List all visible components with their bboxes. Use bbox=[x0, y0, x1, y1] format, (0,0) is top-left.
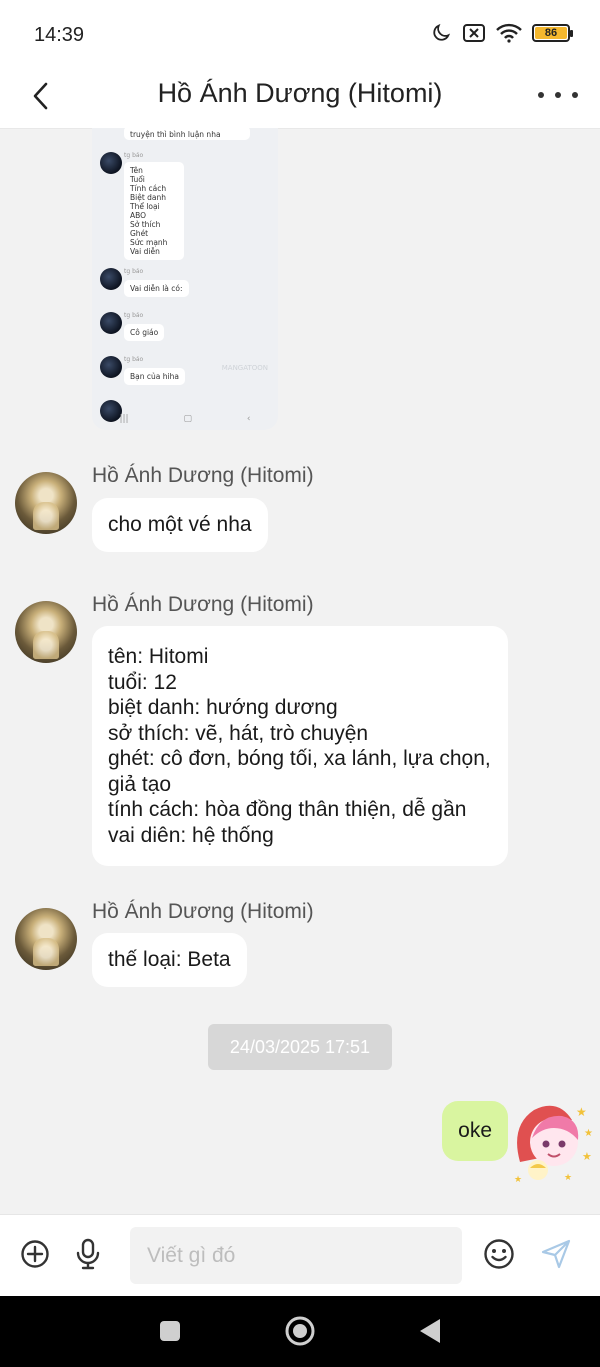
send-icon bbox=[541, 1239, 571, 1269]
shot-avatar bbox=[100, 152, 122, 174]
avatar[interactable] bbox=[15, 908, 77, 970]
status-time: 14:39 bbox=[34, 24, 85, 46]
message-text: tính cách: hòa đồng thân thiện, dễ gần bbox=[108, 798, 467, 821]
message-text: thế loại: Beta bbox=[108, 948, 231, 971]
shot-watermark: MANGATOON bbox=[221, 364, 268, 372]
shot-bubble: Cô giáo bbox=[124, 324, 165, 341]
home-icon bbox=[285, 1316, 315, 1346]
back-nav-button[interactable] bbox=[412, 1313, 448, 1349]
shot-line: Tính cách bbox=[130, 184, 167, 193]
shot-bubble: Bạn của hiha bbox=[124, 368, 185, 385]
svg-text:★: ★ bbox=[582, 1150, 592, 1163]
emoji-icon bbox=[484, 1239, 514, 1269]
message-text: ghét: cô đơn, bóng tối, xa lánh, lựa chọ… bbox=[108, 747, 491, 770]
back-nav-icon bbox=[420, 1319, 440, 1343]
recents-button[interactable] bbox=[152, 1313, 188, 1349]
my-message-bubble[interactable]: oke bbox=[442, 1101, 508, 1161]
shot-name: tg báo bbox=[124, 152, 144, 159]
status-bar: 14:39 86 bbox=[0, 0, 600, 64]
voice-button[interactable] bbox=[70, 1236, 106, 1272]
status-icons: 86 bbox=[430, 22, 573, 44]
shot-name: tg báo bbox=[124, 312, 144, 319]
system-nav-bar bbox=[0, 1296, 600, 1367]
microphone-icon bbox=[76, 1238, 100, 1270]
emoji-button[interactable] bbox=[481, 1236, 517, 1272]
avatar[interactable] bbox=[15, 601, 77, 663]
chat-header: Hồ Ánh Dương (Hitomi) bbox=[0, 64, 600, 128]
add-button[interactable] bbox=[17, 1236, 53, 1272]
wifi-icon bbox=[496, 23, 522, 43]
message-text: sở thích: vẽ, hát, trò chuyện bbox=[108, 721, 369, 745]
shot-name: tg báo bbox=[124, 268, 144, 275]
battery-level: 86 bbox=[535, 27, 567, 39]
message-text: tên: Hitomi bbox=[108, 645, 209, 668]
shot-name: tg báo bbox=[124, 356, 144, 363]
svg-text:★: ★ bbox=[564, 1173, 572, 1183]
shot-line: Tên bbox=[130, 166, 143, 175]
message-bubble[interactable]: cho một vé nha bbox=[92, 498, 268, 552]
message-bubble[interactable]: tên: Hitomi tuổi: 12 biệt danh: hướng dư… bbox=[92, 626, 508, 866]
shared-screenshot-image[interactable]: truyện thì bình luận nha tg báo Tên Tuổi… bbox=[92, 128, 278, 430]
shot-line: Biệt danh bbox=[130, 193, 167, 202]
message-bubble[interactable]: thế loại: Beta bbox=[92, 933, 247, 987]
shot-bubble: Vai diễn là có: bbox=[124, 280, 189, 297]
message-text: biệt danh: hướng dương bbox=[108, 696, 338, 719]
shot-line: Ghét bbox=[130, 229, 149, 238]
message-text: tuổi: 12 bbox=[108, 670, 177, 694]
battery-icon: 86 bbox=[532, 24, 573, 42]
sim-off-icon bbox=[463, 24, 485, 42]
message-text: cho một vé nha bbox=[108, 513, 252, 536]
chat-title: Hồ Ánh Dương (Hitomi) bbox=[157, 78, 443, 108]
message-input[interactable] bbox=[130, 1227, 462, 1284]
send-button[interactable] bbox=[538, 1236, 574, 1272]
svg-text:★: ★ bbox=[584, 1128, 593, 1139]
moon-icon bbox=[433, 23, 451, 41]
timestamp-chip: 24/03/2025 17:51 bbox=[208, 1024, 392, 1070]
recents-icon bbox=[160, 1321, 180, 1341]
my-avatar[interactable]: ★ ★ ★ ★ ★ bbox=[510, 1098, 598, 1188]
shot-line: Thể loại ABO bbox=[130, 202, 160, 220]
message-list[interactable]: truyện thì bình luận nha tg báo Tên Tuổi… bbox=[0, 128, 600, 1214]
shot-avatar bbox=[100, 268, 122, 290]
sender-name: Hồ Ánh Dương (Hitomi) bbox=[92, 593, 314, 616]
home-button[interactable] bbox=[282, 1313, 318, 1349]
shot-avatar bbox=[100, 312, 122, 334]
shot-line: Sức mạnh bbox=[130, 238, 168, 247]
shot-line: Tuổi bbox=[130, 175, 145, 184]
shot-top-text: truyện thì bình luận nha bbox=[124, 128, 250, 140]
sender-name: Hồ Ánh Dương (Hitomi) bbox=[92, 900, 314, 923]
avatar[interactable] bbox=[15, 472, 77, 534]
shot-line: Sở thích bbox=[130, 220, 161, 229]
shot-navbar: ||| ▢ ‹ bbox=[119, 414, 251, 424]
message-text: giả tạo bbox=[108, 772, 172, 796]
message-text: vai diên: hệ thống bbox=[108, 823, 274, 847]
svg-text:★: ★ bbox=[576, 1105, 587, 1119]
svg-text:★: ★ bbox=[514, 1175, 522, 1185]
sender-name: Hồ Ánh Dương (Hitomi) bbox=[92, 464, 314, 487]
shot-line: Vai diễn bbox=[130, 247, 160, 256]
shot-list-bubble: Tên Tuổi Tính cách Biệt danh Thể loại AB… bbox=[124, 162, 184, 260]
more-icon[interactable] bbox=[538, 80, 578, 110]
add-circle-icon bbox=[21, 1240, 49, 1268]
message-composer bbox=[0, 1214, 600, 1296]
shot-avatar bbox=[100, 356, 122, 378]
